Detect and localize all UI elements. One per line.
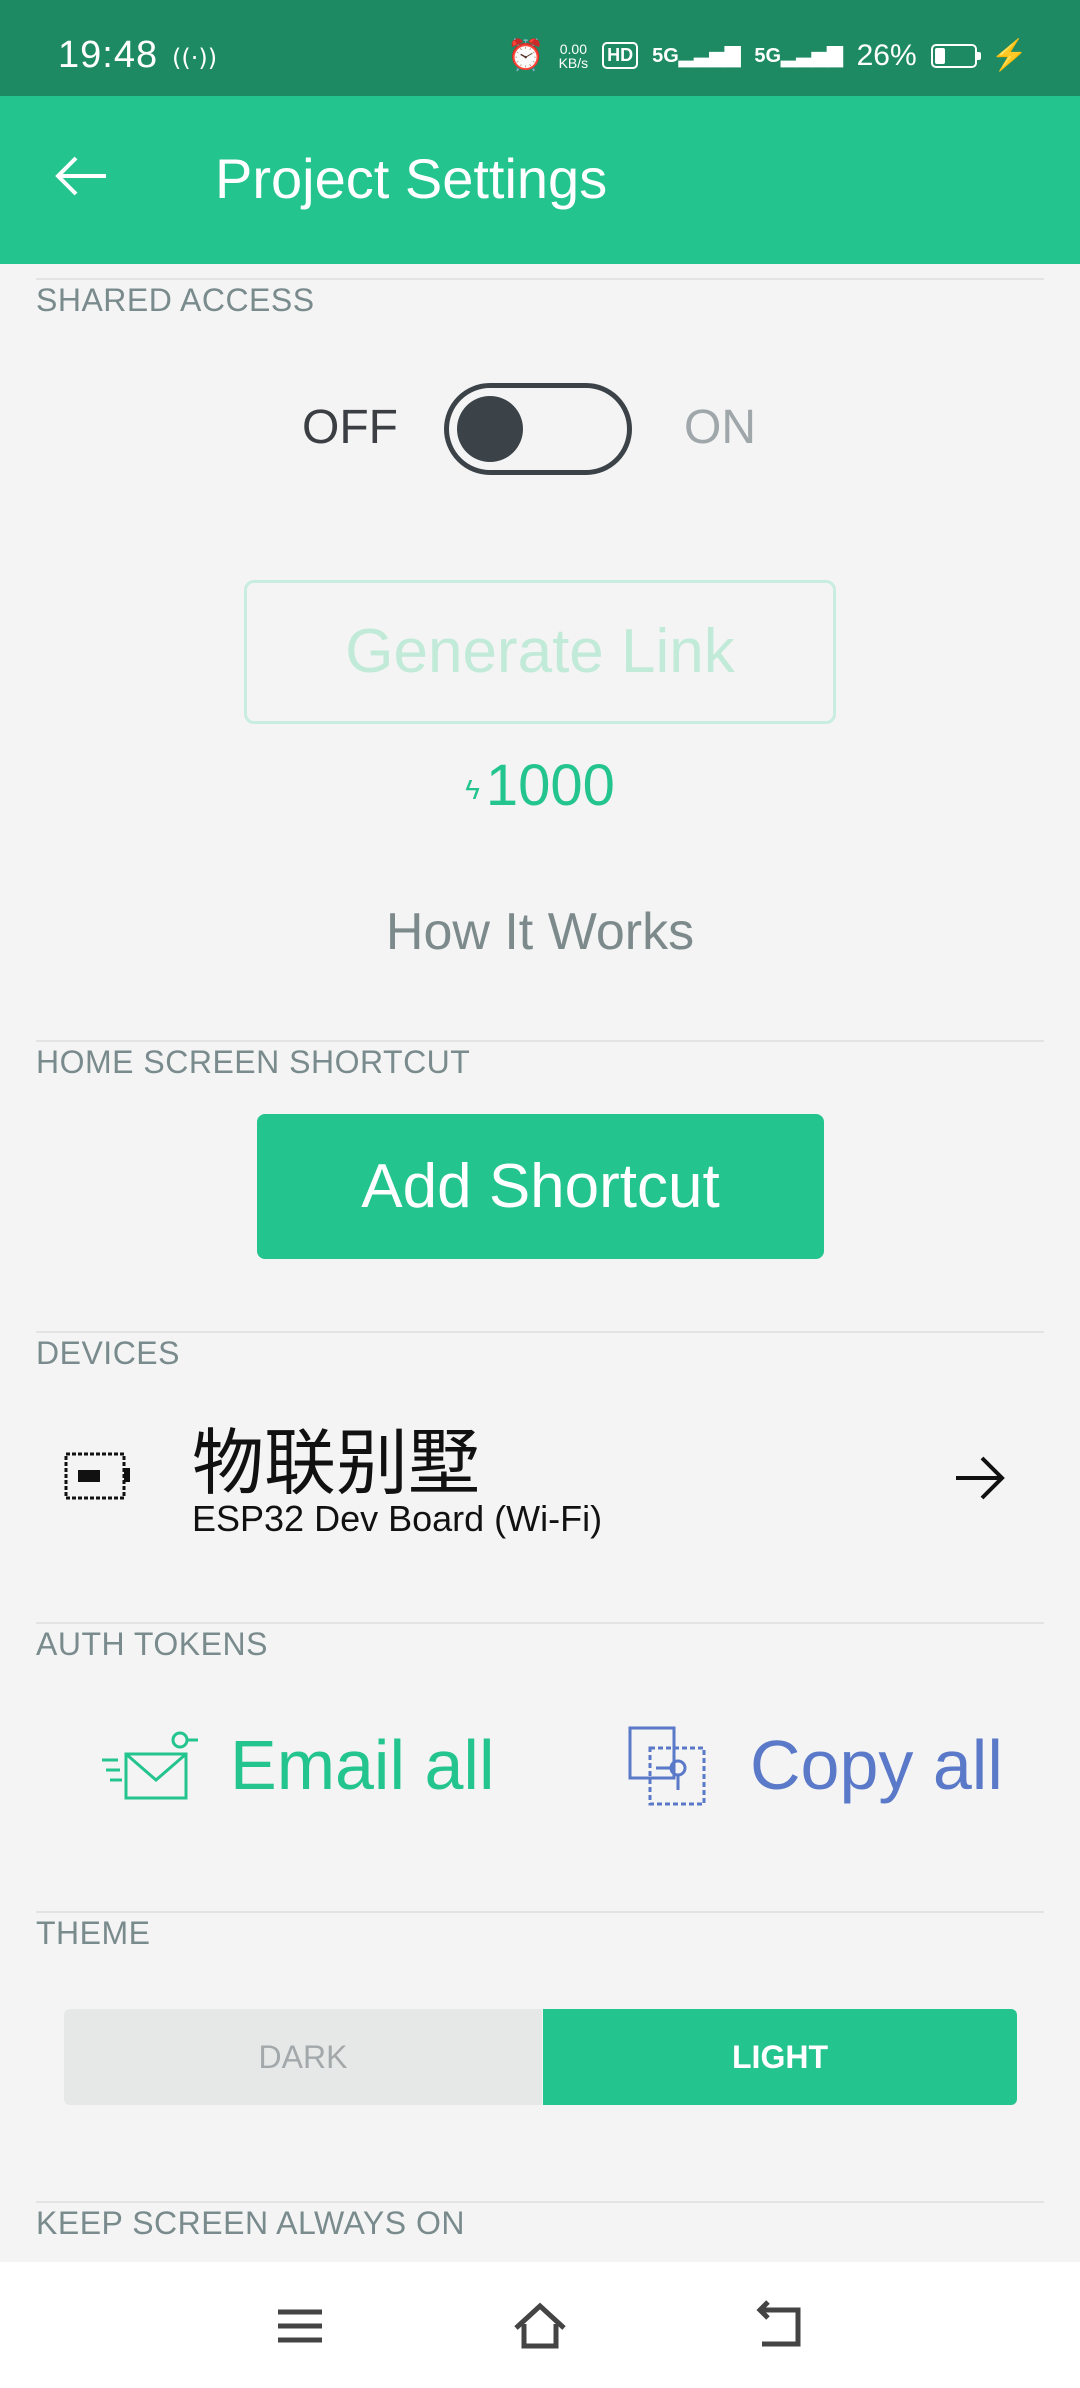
status-bar: 19:48 ((·)) ⏰ 0.00 KB/s HD 5G▂▃▅▇ 5G▂▃▅▇… [0, 0, 1080, 96]
shared-access-toggle[interactable] [444, 383, 632, 475]
copy-all-label: Copy all [750, 1726, 1003, 1804]
battery-percent: 26% [856, 38, 917, 72]
back-arrow-icon[interactable] [52, 146, 112, 206]
status-icons: ⏰ 0.00 KB/s HD 5G▂▃▅▇ 5G▂▃▅▇ 26% ⚡ [507, 38, 1028, 73]
net-speed-unit: KB/s [558, 54, 589, 71]
section-label-theme: THEME [36, 1915, 151, 1951]
battery-icon [930, 43, 981, 68]
energy-value: 1000 [485, 753, 615, 818]
section-label-shared-access: SHARED ACCESS [36, 282, 315, 318]
net-speed: 0.00 KB/s [559, 42, 589, 70]
toggle-off-label: OFF [302, 401, 398, 454]
section-label-auth-tokens: AUTH TOKENS [36, 1626, 268, 1662]
toggle-knob [457, 396, 523, 462]
generate-link-button[interactable]: Generate Link [244, 580, 836, 724]
divider [36, 1622, 1044, 1624]
battery-fill [934, 47, 945, 64]
copy-key-icon [628, 1726, 706, 1806]
home-icon[interactable] [512, 2298, 568, 2354]
signal1-label: 5G [652, 45, 679, 67]
device-type: ESP32 Dev Board (Wi-Fi) [192, 1498, 603, 1539]
signal-icon-1: 5G▂▃▅▇ [652, 45, 741, 67]
status-time: 19:48 [58, 34, 159, 76]
section-label-devices: DEVICES [36, 1335, 180, 1371]
section-label-keep-screen-on: KEEP SCREEN ALWAYS ON [36, 2205, 465, 2241]
app-bar: Project Settings [0, 96, 1080, 264]
hd-icon: HD [602, 42, 639, 69]
add-shortcut-button[interactable]: Add Shortcut [257, 1114, 824, 1259]
energy-cost: ϟ 1000 [0, 752, 1080, 819]
chevron-right-arrow-icon[interactable] [952, 1450, 1008, 1506]
page-title: Project Settings [215, 147, 608, 210]
hotspot-icon: ((·)) [172, 44, 218, 72]
signal2-label: 5G [754, 45, 782, 67]
email-key-icon [102, 1731, 198, 1800]
device-name: 物联别墅 [192, 1421, 481, 1505]
board-icon [64, 1452, 130, 1500]
signal-icon-2: 5G▂▃▅▇ [754, 45, 843, 67]
energy-bolt-icon: ϟ [465, 773, 480, 805]
toggle-on-label: ON [684, 401, 756, 454]
section-label-home-shortcut: HOME SCREEN SHORTCUT [36, 1044, 471, 1080]
divider [36, 278, 1044, 280]
divider [36, 1911, 1044, 1913]
email-all-label: Email all [230, 1726, 495, 1804]
theme-light-option[interactable]: LIGHT [543, 2009, 1017, 2105]
back-icon[interactable] [752, 2298, 808, 2354]
charging-icon: ⚡ [990, 39, 1028, 72]
how-it-works-link[interactable]: How It Works [0, 902, 1080, 962]
system-nav-bar [0, 2262, 1080, 2388]
divider [36, 1040, 1044, 1042]
alarm-icon: ⏰ [507, 39, 545, 72]
theme-dark-option[interactable]: DARK [64, 2009, 542, 2105]
menu-icon[interactable] [272, 2298, 328, 2354]
divider [36, 2201, 1044, 2203]
divider [36, 1331, 1044, 1333]
